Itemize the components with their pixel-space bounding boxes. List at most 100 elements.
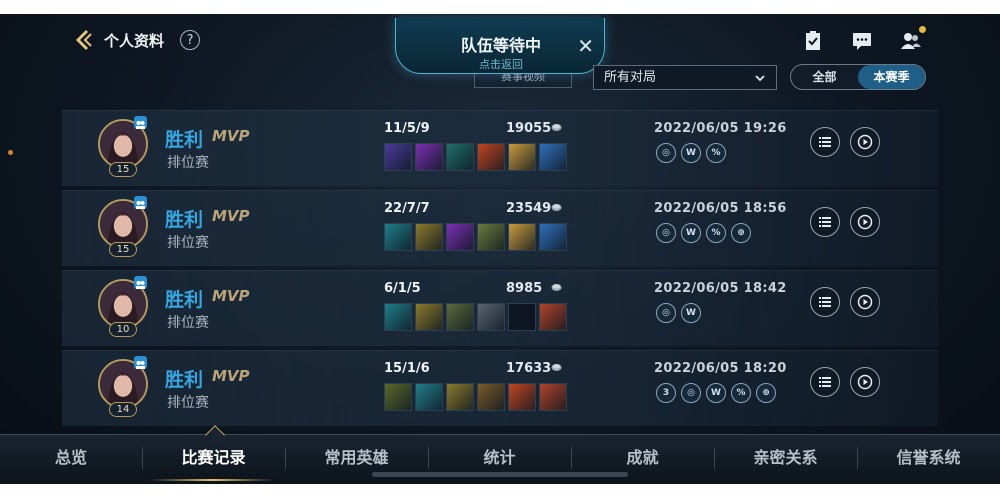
item-slot (415, 303, 443, 331)
gold-stat: 8985 (506, 281, 543, 296)
match-history-screen: 个人资料 ? 赛事视频 队伍等待中 点击返回 ✕ 所有对局 全部 本赛季 15 胜… (0, 14, 1000, 484)
replay-button[interactable] (850, 127, 880, 157)
list-icon (819, 377, 831, 387)
achievement-badge: ⊕ (731, 223, 751, 243)
item-slot (415, 223, 443, 251)
close-icon[interactable]: ✕ (577, 34, 594, 58)
match-result: 胜利 (165, 369, 204, 391)
item-slot (508, 223, 536, 251)
replay-button[interactable] (850, 367, 880, 397)
queue-return-hint: 点击返回 (479, 58, 523, 71)
season-toggle[interactable]: 全部 本赛季 (790, 64, 926, 90)
achievement-badge: % (731, 383, 751, 403)
tab-relationships[interactable]: 亲密关系 (714, 435, 857, 481)
achievement-badge: % (706, 223, 726, 243)
detail-button[interactable] (810, 287, 840, 317)
queue-title: 队伍等待中 (460, 36, 541, 55)
play-circle-icon (857, 374, 873, 390)
filter-value: 所有对局 (604, 70, 657, 85)
tab-credit-system[interactable]: 信誉系统 (857, 435, 1000, 481)
item-slot (446, 143, 474, 171)
match-row[interactable]: 14 胜利 MVP排位赛 15/1/6 17633 2022/06/05 18:20 S3◎… (62, 350, 938, 426)
achievement-badge: W (681, 303, 701, 323)
chevron-down-icon (755, 75, 765, 82)
match-datetime: 2022/06/05 18:20 (654, 361, 787, 376)
item-slot (384, 143, 412, 171)
tab-match-history[interactable]: 比赛记录 (142, 435, 285, 481)
team-icon (134, 356, 147, 369)
match-mode: 排位赛 (167, 155, 209, 171)
hero-level: 15 (109, 162, 137, 177)
detail-button[interactable] (810, 367, 840, 397)
detail-button[interactable] (810, 207, 840, 237)
coin-icon (551, 364, 562, 371)
home-indicator (372, 472, 628, 477)
match-filter-select[interactable]: 所有对局 (593, 65, 777, 90)
question-icon[interactable]: ? (180, 30, 201, 50)
back-label: 个人资料 (104, 31, 165, 50)
match-datetime: 2022/06/05 19:26 (654, 121, 787, 136)
team-icon (134, 196, 147, 209)
item-slot (539, 143, 567, 171)
match-mode: 排位赛 (167, 395, 209, 411)
toggle-this-season[interactable]: 本赛季 (858, 65, 925, 89)
achievement-badge: 3 (656, 383, 676, 403)
match-datetime: 2022/06/05 18:56 (654, 201, 787, 216)
clipboard-check-icon[interactable] (802, 30, 824, 52)
item-slot (384, 303, 412, 331)
gold-stat: 17633 (506, 361, 552, 376)
item-slot (415, 143, 443, 171)
chat-bubble-icon[interactable] (851, 30, 873, 52)
detail-button[interactable] (810, 127, 840, 157)
friends-icon[interactable] (900, 30, 922, 52)
badge-list: A◎W%● (656, 143, 726, 163)
match-row[interactable]: 15 胜利 MVP排位赛 11/5/9 19055 2022/06/05 19:26 A◎W… (62, 110, 938, 186)
toggle-all[interactable]: 全部 (791, 65, 858, 89)
mvp-label: MVP (212, 127, 250, 145)
achievement-badge: ◎ (681, 383, 701, 403)
back-button[interactable]: 个人资料 ? (72, 28, 201, 52)
item-build (384, 143, 567, 171)
item-slot (477, 223, 505, 251)
match-datetime: 2022/06/05 18:42 (654, 281, 787, 296)
item-slot (477, 143, 505, 171)
replay-button[interactable] (850, 207, 880, 237)
kda-stat: 22/7/7 (384, 201, 430, 216)
queue-waiting-banner[interactable]: 队伍等待中 点击返回 ✕ (395, 18, 605, 74)
list-icon (819, 137, 831, 147)
achievement-badge: ◎ (656, 223, 676, 243)
badge-list: S◎W● (656, 303, 701, 323)
match-row[interactable]: 10 胜利 MVP排位赛 6/1/5 8985 2022/06/05 18:42 S◎W● (62, 270, 938, 346)
item-slot (477, 383, 505, 411)
mvp-label: MVP (212, 207, 250, 225)
play-circle-icon (857, 134, 873, 150)
achievement-badge: W (681, 143, 701, 163)
coin-icon (551, 284, 562, 291)
achievement-badge: W (681, 223, 701, 243)
achievement-badge: % (706, 143, 726, 163)
achievement-badge: ⊕ (756, 383, 776, 403)
item-slot (508, 303, 536, 331)
match-result: 胜利 (165, 289, 204, 311)
chevron-left-icon (75, 29, 92, 51)
kda-stat: 11/5/9 (384, 121, 430, 136)
gold-stat: 23549 (506, 201, 552, 216)
achievement-badge: ◎ (656, 303, 676, 323)
active-tab-underline (150, 479, 274, 481)
gold-stat: 19055 (506, 121, 552, 136)
hero-level: 15 (109, 242, 137, 257)
notification-dot (919, 26, 926, 33)
mvp-label: MVP (212, 367, 250, 385)
match-row[interactable]: 15 胜利 MVP排位赛 22/7/7 23549 2022/06/05 18:56 SS◎… (62, 190, 938, 266)
achievement-badge: W (706, 383, 726, 403)
team-icon (134, 276, 147, 289)
hero-level: 10 (109, 322, 137, 337)
item-build (384, 383, 567, 411)
match-result: 胜利 (165, 129, 204, 151)
tab-overview[interactable]: 总览 (0, 435, 142, 481)
play-circle-icon (857, 294, 873, 310)
team-icon (134, 116, 147, 129)
badge-list: S3◎W%⊕ (656, 383, 776, 403)
item-slot (446, 303, 474, 331)
replay-button[interactable] (850, 287, 880, 317)
